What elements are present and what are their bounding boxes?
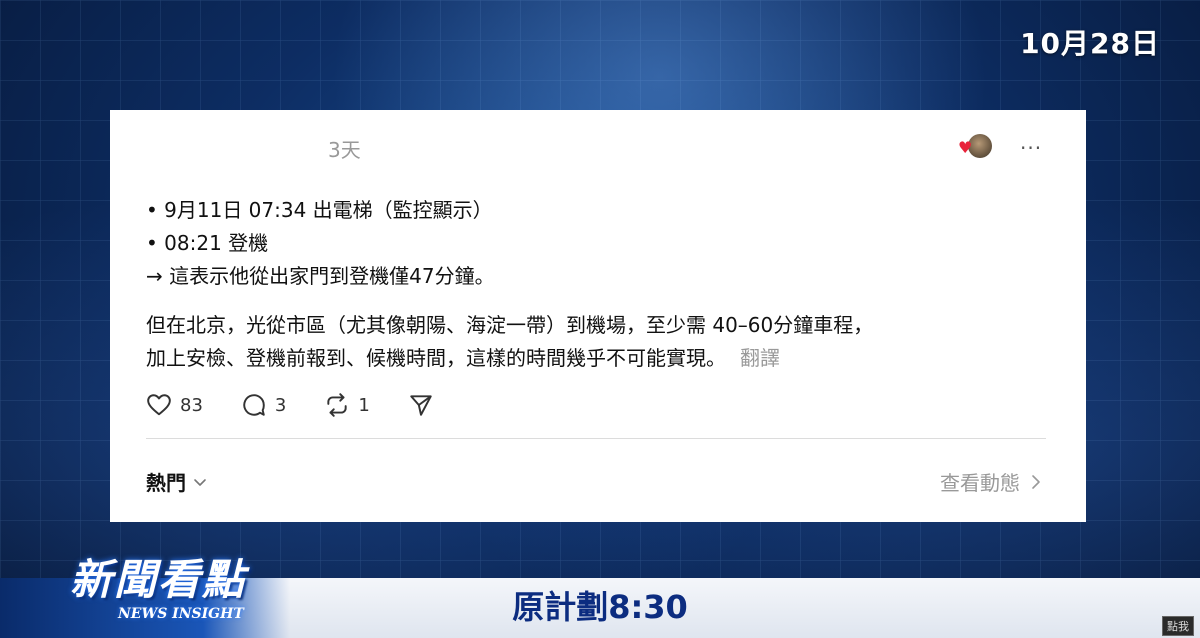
post-line-4: 但在北京，光從市區（尤其像朝陽、海淀一帶）到機場，至少需 40–60分鐘車程， — [146, 313, 874, 337]
translate-link[interactable]: 翻譯 — [740, 346, 780, 370]
like-count: 83 — [180, 394, 203, 416]
liked-by-avatar[interactable]: ♥ — [958, 134, 994, 160]
divider — [146, 438, 1046, 439]
program-logo-subtitle: NEWS INSIGHT — [118, 606, 244, 622]
repost-icon — [327, 393, 348, 417]
post-line-1: • 9月11日 07:34 出電梯（監控顯示） — [146, 198, 493, 222]
post-actions: 83 3 1 — [146, 390, 480, 420]
send-icon — [410, 395, 432, 416]
view-activity-label: 查看動態 — [940, 471, 1020, 495]
like-button[interactable]: 83 — [146, 392, 203, 418]
heart-badge-icon: ♥ — [958, 138, 973, 157]
more-options-button[interactable]: ··· — [1020, 136, 1042, 160]
sort-label: 熱門 — [146, 471, 186, 495]
repost-count: 1 — [358, 394, 370, 416]
comment-button[interactable]: 3 — [241, 392, 286, 418]
corner-tag[interactable]: 點我 — [1162, 616, 1194, 636]
heart-icon — [147, 394, 171, 416]
date-label: 10月28日 — [1020, 27, 1160, 60]
share-button[interactable] — [408, 392, 442, 418]
post-line-3: → 這表示他從出家門到登機僅47分鐘。 — [146, 264, 495, 288]
comment-count: 3 — [274, 394, 287, 416]
program-logo: 新聞看點 — [70, 555, 247, 604]
sort-dropdown[interactable]: 熱門 — [146, 467, 208, 496]
repost-button[interactable]: 1 — [324, 392, 370, 418]
post-body: • 9月11日 07:34 出電梯（監控顯示） • 08:21 登機 → 這表示… — [146, 194, 1046, 375]
view-activity-link[interactable]: 查看動態 — [940, 467, 1042, 496]
post-line-5: 加上安檢、登機前報到、候機時間，這樣的時間幾乎不可能實現。 — [146, 346, 726, 370]
chevron-down-icon — [194, 478, 206, 486]
comment-bubble-icon — [243, 394, 265, 416]
post-time: 3天 — [328, 138, 361, 162]
post-line-2: • 08:21 登機 — [146, 231, 269, 255]
chevron-right-icon — [1032, 474, 1040, 489]
post-card: 3天 ♥ ··· • 9月11日 07:34 出電梯（監控顯示） • 08:21… — [110, 110, 1086, 522]
